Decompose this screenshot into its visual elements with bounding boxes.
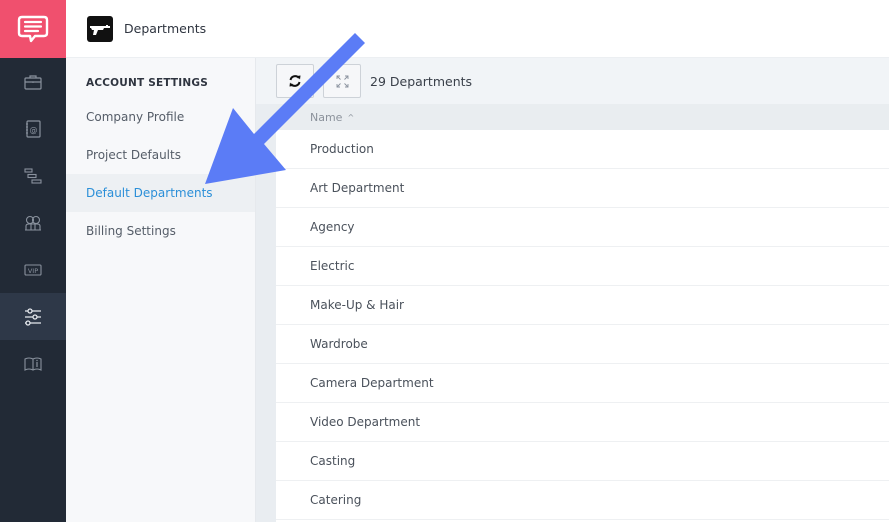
settings-sidebar: ACCOUNT SETTINGS Company Profile Project… bbox=[66, 58, 256, 522]
content-gutter bbox=[256, 58, 276, 522]
table-row[interactable]: Casting bbox=[276, 442, 889, 481]
table-row[interactable]: Catering bbox=[276, 481, 889, 520]
rail-item-help[interactable] bbox=[0, 340, 66, 387]
table-row[interactable]: Agency bbox=[276, 208, 889, 247]
table-row[interactable]: Video Department bbox=[276, 403, 889, 442]
settings-item-billing-settings[interactable]: Billing Settings bbox=[66, 212, 255, 250]
expand-icon bbox=[336, 75, 348, 87]
departments-list: Production Art Department Agency Electri… bbox=[276, 130, 889, 520]
gun-icon bbox=[87, 15, 113, 42]
book-info-icon bbox=[24, 356, 42, 371]
people-icon bbox=[25, 215, 41, 231]
page-title: Departments bbox=[124, 21, 207, 36]
table-row[interactable]: Wardrobe bbox=[276, 325, 889, 364]
app-logo[interactable] bbox=[0, 0, 66, 58]
briefcase-icon bbox=[24, 74, 42, 90]
refresh-icon bbox=[289, 75, 301, 87]
settings-item-project-defaults[interactable]: Project Defaults bbox=[66, 136, 255, 174]
rail-item-settings[interactable] bbox=[0, 293, 66, 340]
column-header-label: Name bbox=[310, 110, 343, 124]
refresh-button[interactable] bbox=[276, 64, 314, 98]
top-bar: Departments bbox=[66, 0, 889, 58]
table-row[interactable]: Production bbox=[276, 130, 889, 169]
table-row[interactable]: Art Department bbox=[276, 169, 889, 208]
expand-button[interactable] bbox=[323, 64, 361, 98]
rail-item-projects[interactable] bbox=[0, 58, 66, 105]
table-row[interactable]: Electric bbox=[276, 247, 889, 286]
column-header-name[interactable]: Name ^ bbox=[276, 104, 889, 130]
table-row[interactable]: Make-Up & Hair bbox=[276, 286, 889, 325]
schedule-bars-icon bbox=[24, 167, 42, 184]
svg-text:@: @ bbox=[30, 125, 38, 134]
rail-item-vip[interactable]: VIP bbox=[0, 246, 66, 293]
sliders-icon bbox=[25, 307, 41, 326]
chat-bubble-logo-icon bbox=[17, 15, 49, 43]
settings-item-company-profile[interactable]: Company Profile bbox=[66, 98, 255, 136]
rail-item-crew[interactable] bbox=[0, 199, 66, 246]
svg-text:VIP: VIP bbox=[28, 266, 38, 274]
app-rail: @ VIP bbox=[0, 0, 66, 522]
vip-icon: VIP bbox=[24, 263, 42, 276]
rail-item-contacts[interactable]: @ bbox=[0, 105, 66, 152]
list-toolbar: 29 Departments bbox=[256, 58, 889, 104]
settings-heading: ACCOUNT SETTINGS bbox=[86, 77, 208, 89]
settings-item-default-departments[interactable]: Default Departments bbox=[66, 174, 255, 212]
table-row[interactable]: Camera Department bbox=[276, 364, 889, 403]
contacts-book-icon: @ bbox=[26, 119, 41, 138]
department-count: 29 Departments bbox=[370, 73, 473, 89]
rail-item-schedule[interactable] bbox=[0, 152, 66, 199]
sort-ascending-icon: ^ bbox=[347, 112, 355, 122]
